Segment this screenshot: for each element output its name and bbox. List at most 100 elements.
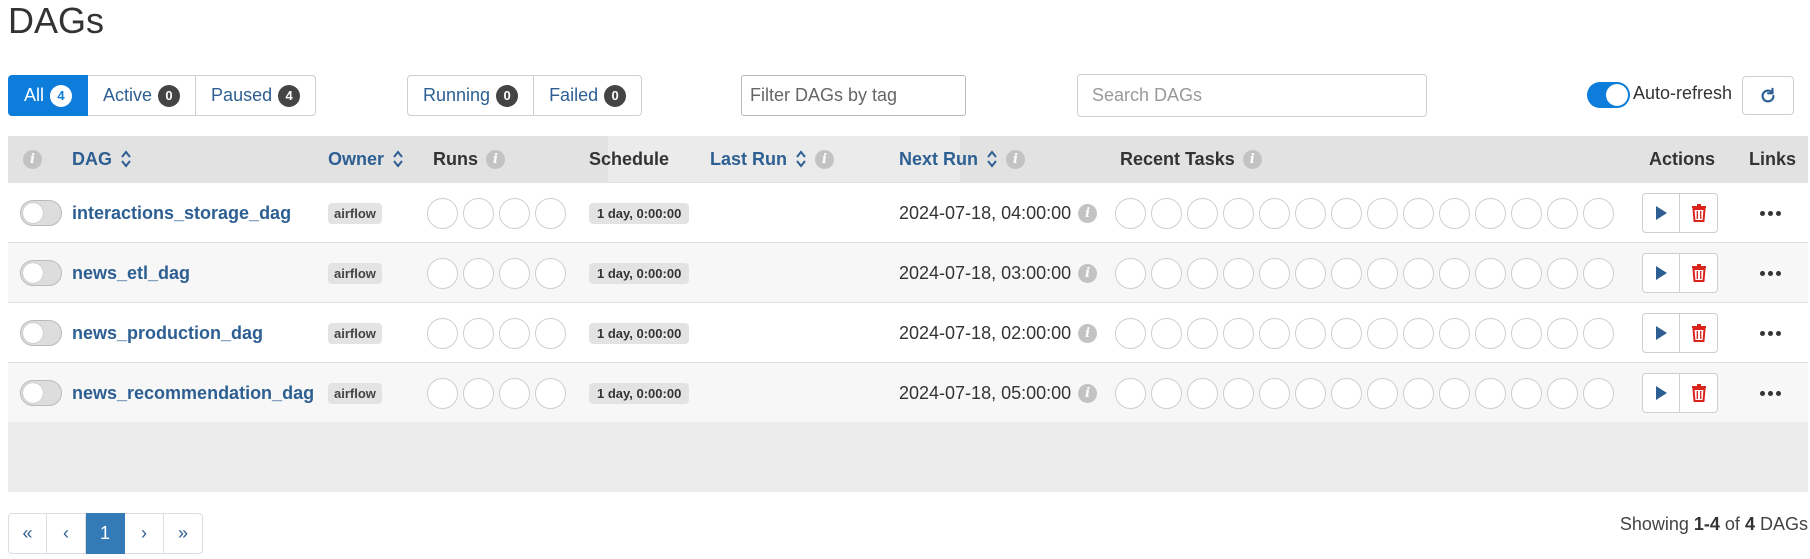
task-status-circle[interactable] <box>1295 317 1326 349</box>
task-status-circle[interactable] <box>1151 257 1182 289</box>
page-prev-button[interactable]: ‹ <box>47 513 86 554</box>
run-status-circle[interactable] <box>499 197 530 229</box>
info-icon[interactable]: i <box>1078 383 1098 403</box>
page-next-button[interactable]: › <box>125 513 164 554</box>
task-status-circle[interactable] <box>1259 317 1290 349</box>
task-status-circle[interactable] <box>1187 197 1218 229</box>
task-status-circle[interactable] <box>1403 317 1434 349</box>
filter-running-button[interactable]: Running 0 <box>407 75 535 116</box>
filter-active-button[interactable]: Active 0 <box>88 75 197 116</box>
task-status-circle[interactable] <box>1115 377 1146 409</box>
task-status-circle[interactable] <box>1223 257 1254 289</box>
task-status-circle[interactable] <box>1331 377 1362 409</box>
page-current-button[interactable]: 1 <box>86 513 125 554</box>
trigger-dag-button[interactable] <box>1642 313 1680 353</box>
header-last-run[interactable]: Last Run i <box>710 136 835 182</box>
owner-tag[interactable]: airflow <box>328 202 382 224</box>
header-owner[interactable]: Owner <box>328 136 404 182</box>
task-status-circle[interactable] <box>1151 317 1182 349</box>
dag-pause-toggle[interactable] <box>20 320 62 346</box>
dag-name-link[interactable]: interactions_storage_dag <box>72 203 291 224</box>
task-status-circle[interactable] <box>1547 257 1578 289</box>
task-status-circle[interactable] <box>1223 317 1254 349</box>
info-icon[interactable]: i <box>23 149 42 169</box>
page-last-button[interactable]: » <box>164 513 203 554</box>
delete-dag-button[interactable] <box>1680 193 1718 233</box>
task-status-circle[interactable] <box>1475 377 1506 409</box>
task-status-circle[interactable] <box>1475 317 1506 349</box>
task-status-circle[interactable] <box>1259 197 1290 229</box>
run-status-circle[interactable] <box>427 197 458 229</box>
task-status-circle[interactable] <box>1511 197 1542 229</box>
task-status-circle[interactable] <box>1187 257 1218 289</box>
trigger-dag-button[interactable] <box>1642 373 1680 413</box>
filter-all-button[interactable]: All 4 <box>8 75 89 116</box>
run-status-circle[interactable] <box>427 257 458 289</box>
task-status-circle[interactable] <box>1259 257 1290 289</box>
header-next-run[interactable]: Next Run i <box>899 136 1026 182</box>
task-status-circle[interactable] <box>1583 317 1614 349</box>
dag-name-link[interactable]: news_production_dag <box>72 323 263 344</box>
auto-refresh-toggle[interactable] <box>1587 82 1630 108</box>
task-status-circle[interactable] <box>1295 197 1326 229</box>
task-status-circle[interactable] <box>1151 197 1182 229</box>
run-status-circle[interactable] <box>463 257 494 289</box>
run-status-circle[interactable] <box>463 317 494 349</box>
filter-failed-button[interactable]: Failed 0 <box>534 75 643 116</box>
info-icon[interactable]: i <box>815 149 835 169</box>
task-status-circle[interactable] <box>1439 377 1470 409</box>
task-status-circle[interactable] <box>1115 197 1146 229</box>
refresh-button[interactable] <box>1742 76 1794 115</box>
task-status-circle[interactable] <box>1259 377 1290 409</box>
info-icon[interactable]: i <box>486 149 505 169</box>
task-status-circle[interactable] <box>1439 257 1470 289</box>
task-status-circle[interactable] <box>1403 197 1434 229</box>
run-status-circle[interactable] <box>535 317 566 349</box>
info-icon[interactable]: i <box>1006 149 1026 169</box>
task-status-circle[interactable] <box>1151 377 1182 409</box>
delete-dag-button[interactable] <box>1680 313 1718 353</box>
task-status-circle[interactable] <box>1547 377 1578 409</box>
task-status-circle[interactable] <box>1367 377 1398 409</box>
task-status-circle[interactable] <box>1367 197 1398 229</box>
task-status-circle[interactable] <box>1511 317 1542 349</box>
task-status-circle[interactable] <box>1583 377 1614 409</box>
run-status-circle[interactable] <box>463 197 494 229</box>
dag-pause-toggle[interactable] <box>20 200 62 226</box>
task-status-circle[interactable] <box>1475 257 1506 289</box>
dag-pause-toggle[interactable] <box>20 260 62 286</box>
task-status-circle[interactable] <box>1439 317 1470 349</box>
task-status-circle[interactable] <box>1115 257 1146 289</box>
tag-filter-input[interactable] <box>741 75 966 116</box>
page-first-button[interactable]: « <box>8 513 47 554</box>
task-status-circle[interactable] <box>1367 317 1398 349</box>
header-dag[interactable]: DAG <box>72 136 132 182</box>
task-status-circle[interactable] <box>1547 197 1578 229</box>
task-status-circle[interactable] <box>1187 377 1218 409</box>
task-status-circle[interactable] <box>1439 197 1470 229</box>
owner-tag[interactable]: airflow <box>328 382 382 404</box>
run-status-circle[interactable] <box>427 317 458 349</box>
filter-paused-button[interactable]: Paused 4 <box>196 75 317 116</box>
trigger-dag-button[interactable] <box>1642 253 1680 293</box>
info-icon[interactable]: i <box>1078 203 1098 223</box>
delete-dag-button[interactable] <box>1680 373 1718 413</box>
run-status-circle[interactable] <box>535 377 566 409</box>
dag-pause-toggle[interactable] <box>20 380 62 406</box>
task-status-circle[interactable] <box>1475 197 1506 229</box>
task-status-circle[interactable] <box>1367 257 1398 289</box>
run-status-circle[interactable] <box>499 257 530 289</box>
task-status-circle[interactable] <box>1331 257 1362 289</box>
more-icon[interactable] <box>1760 270 1781 276</box>
task-status-circle[interactable] <box>1295 257 1326 289</box>
task-status-circle[interactable] <box>1547 317 1578 349</box>
task-status-circle[interactable] <box>1295 377 1326 409</box>
task-status-circle[interactable] <box>1331 317 1362 349</box>
task-status-circle[interactable] <box>1331 197 1362 229</box>
dag-name-link[interactable]: news_recommendation_dag <box>72 383 314 404</box>
task-status-circle[interactable] <box>1223 377 1254 409</box>
run-status-circle[interactable] <box>463 377 494 409</box>
task-status-circle[interactable] <box>1583 197 1614 229</box>
task-status-circle[interactable] <box>1511 377 1542 409</box>
trigger-dag-button[interactable] <box>1642 193 1680 233</box>
